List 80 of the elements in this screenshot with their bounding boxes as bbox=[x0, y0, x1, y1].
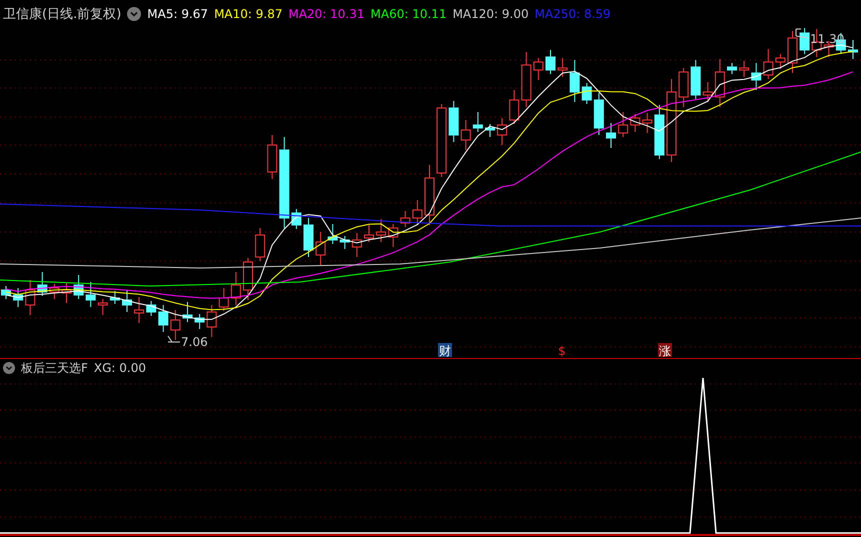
candlestick bbox=[304, 218, 314, 258]
candlestick bbox=[678, 68, 689, 108]
moving-average-value: MA120: 9.00 bbox=[452, 7, 529, 21]
candlestick bbox=[546, 50, 556, 74]
candlestick bbox=[243, 258, 253, 300]
moving-average-value: MA250: 8.59 bbox=[534, 7, 611, 21]
candlestick bbox=[618, 112, 628, 138]
moving-average-value: MA10: 9.87 bbox=[214, 7, 282, 21]
stock-title: 卫信康(日线.前复权) bbox=[3, 6, 122, 23]
candlestick bbox=[400, 210, 410, 228]
candlestick bbox=[86, 282, 96, 308]
candlestick bbox=[727, 62, 737, 74]
candlestick bbox=[412, 200, 422, 226]
candlestick bbox=[485, 124, 495, 138]
candlestick bbox=[13, 288, 24, 308]
candlestick bbox=[788, 30, 798, 74]
candlestick bbox=[751, 62, 762, 90]
candlestick bbox=[460, 120, 471, 150]
candlestick bbox=[848, 40, 858, 60]
candlestick bbox=[714, 58, 725, 108]
candlestick bbox=[763, 48, 774, 80]
candlestick bbox=[424, 164, 434, 226]
candlestick bbox=[654, 104, 664, 160]
candlestick bbox=[606, 122, 616, 148]
candlestick bbox=[158, 304, 168, 332]
candlestick bbox=[340, 236, 350, 250]
candlestick bbox=[218, 288, 229, 312]
candlestick bbox=[800, 28, 810, 54]
candlestick bbox=[558, 58, 568, 78]
candlestick bbox=[194, 314, 205, 330]
candlestick bbox=[1, 286, 11, 300]
candlestick bbox=[509, 90, 520, 124]
candlestick bbox=[230, 272, 241, 306]
candlestick bbox=[25, 280, 36, 316]
candlestick bbox=[630, 114, 640, 132]
candlestick bbox=[594, 92, 604, 136]
candlestick bbox=[110, 290, 120, 304]
moving-average-value: MA20: 10.31 bbox=[288, 7, 365, 21]
candlestick bbox=[267, 134, 278, 180]
candlestick bbox=[521, 52, 532, 108]
candlestick bbox=[170, 310, 180, 340]
candlestick bbox=[775, 54, 786, 70]
candlestick bbox=[122, 290, 132, 312]
candlestick bbox=[316, 232, 326, 266]
low-price-label: 7.06 bbox=[168, 335, 208, 349]
dropdown-icon[interactable] bbox=[3, 362, 15, 374]
event-marker[interactable]: 财 bbox=[438, 343, 452, 358]
indicator-value: XG: 0.00 bbox=[94, 361, 146, 375]
candlestick bbox=[702, 82, 713, 102]
candlestick bbox=[364, 224, 374, 242]
candlestick bbox=[134, 296, 144, 324]
candlestick bbox=[146, 300, 156, 316]
moving-average-value: MA5: 9.67 bbox=[147, 7, 208, 21]
candlestick bbox=[690, 60, 701, 100]
candlestick bbox=[472, 112, 483, 132]
event-marker[interactable]: 涨 bbox=[658, 343, 672, 358]
candlestick bbox=[582, 82, 592, 104]
candlestick bbox=[74, 274, 84, 300]
candlestick bbox=[182, 302, 192, 322]
candlestick bbox=[376, 218, 386, 242]
moving-average-value: MA60: 10.11 bbox=[370, 7, 447, 21]
candlestick bbox=[328, 224, 338, 244]
candlestick bbox=[388, 224, 398, 248]
candlestick bbox=[352, 232, 362, 258]
candlestick bbox=[98, 298, 108, 316]
candlestick bbox=[206, 304, 217, 338]
indicator-name: 板后三天选F bbox=[21, 360, 88, 376]
candlestick bbox=[533, 58, 544, 80]
event-marker[interactable]: $ bbox=[558, 344, 566, 358]
candlestick bbox=[291, 208, 302, 230]
candlestick bbox=[448, 100, 459, 142]
candlestick bbox=[49, 284, 60, 300]
dropdown-icon[interactable] bbox=[127, 7, 142, 21]
candlestick bbox=[497, 118, 508, 146]
candlestick bbox=[642, 112, 652, 134]
candlestick bbox=[37, 272, 48, 296]
candlestick bbox=[255, 228, 266, 262]
candlestick bbox=[62, 282, 72, 304]
candlestick bbox=[739, 60, 750, 78]
candlestick bbox=[570, 60, 580, 102]
